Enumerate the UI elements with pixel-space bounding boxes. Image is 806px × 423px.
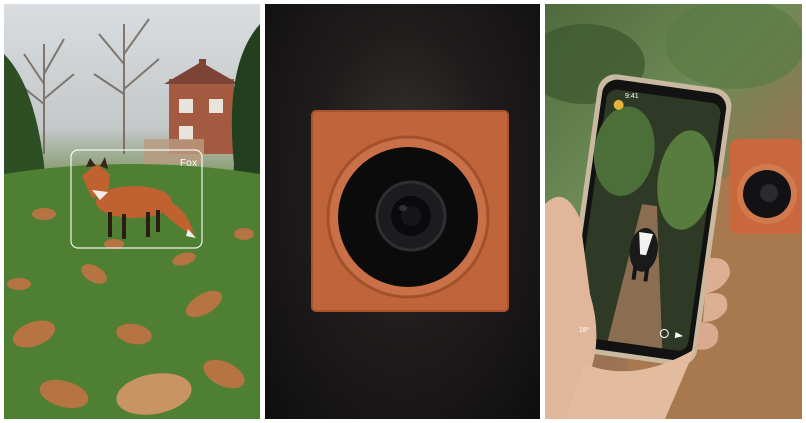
detection-label: Fox [180,158,198,169]
temperature-readout: 18° [579,327,590,334]
status-time: 9:41 [625,93,639,100]
fox-garden-photo: Fox [4,4,260,419]
camera-illustration [311,110,509,312]
phone-app-photo: 9:41 18° [545,4,802,419]
fox-garden-illustration [4,18,260,419]
phone-scene-illustration [545,4,802,419]
camera-product-photo [265,4,540,419]
